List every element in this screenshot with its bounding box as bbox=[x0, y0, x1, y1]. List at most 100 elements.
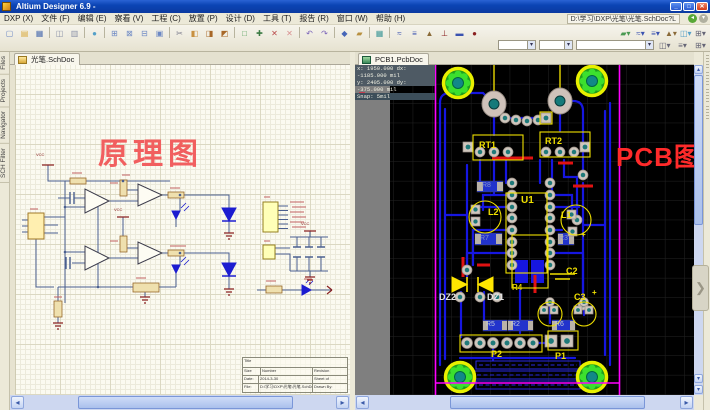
sidebar-tab-navigator[interactable]: Navigator bbox=[0, 107, 10, 145]
sch-scroll-left-icon[interactable]: ◂ bbox=[11, 396, 24, 409]
paste-icon[interactable]: ◨ bbox=[203, 27, 216, 39]
menu-item-1[interactable]: 文件 (F) bbox=[37, 13, 73, 25]
tab-sch-document[interactable]: 光笔.SchDoc bbox=[14, 53, 81, 65]
undo-icon[interactable]: ↶ bbox=[303, 27, 316, 39]
pcb-designator-R5: R5 bbox=[486, 321, 495, 328]
print-icon[interactable]: ◫ bbox=[53, 27, 66, 39]
menu-item-7[interactable]: 工具 (T) bbox=[259, 13, 295, 25]
zoom-document-icon[interactable]: ⊠ bbox=[123, 27, 136, 39]
place-power-port-icon[interactable]: ⊥ bbox=[438, 27, 451, 39]
paste-array-icon[interactable]: ◩ bbox=[218, 27, 231, 39]
right-panel-strip[interactable] bbox=[703, 52, 710, 410]
sch-label-VCC: VCC bbox=[114, 207, 123, 212]
schematic-canvas[interactable]: VCC VCC VCC 原理图 Title Size Number Revision… bbox=[10, 65, 350, 395]
browse-library-icon[interactable]: ▦ bbox=[373, 27, 386, 39]
maximize-button[interactable]: □ bbox=[683, 2, 695, 11]
document-path[interactable]: D:\学习\DXP\光笔\光笔.SchDoc?L bbox=[566, 14, 680, 24]
menu-item-5[interactable]: 放置 (P) bbox=[185, 13, 222, 25]
save-document-icon[interactable]: ▦ bbox=[33, 27, 46, 39]
new-document-icon[interactable]: ▢ bbox=[3, 27, 16, 39]
right-strip-tab4[interactable] bbox=[705, 106, 709, 120]
pcb-scroll-right-icon[interactable]: ▸ bbox=[680, 396, 693, 409]
menu-item-2[interactable]: 编辑 (E) bbox=[74, 13, 111, 25]
tab-pcb-document[interactable]: PCB1.PcbDoc bbox=[358, 53, 429, 65]
grid-tools-icon[interactable]: ⊞▾ bbox=[694, 27, 707, 39]
open-from-web-icon[interactable]: ● bbox=[88, 27, 101, 39]
open-document-icon[interactable]: ▤ bbox=[18, 27, 31, 39]
sch-scroll-thumb[interactable] bbox=[78, 396, 293, 409]
annotate-icon[interactable]: ▰ bbox=[353, 27, 366, 39]
pcb-scroll-left-icon[interactable]: ◂ bbox=[356, 396, 369, 409]
wiring-tools-icon[interactable]: ≈▾ bbox=[634, 27, 647, 39]
select-rectangle-icon[interactable]: □ bbox=[238, 27, 251, 39]
nav-forward-icon[interactable]: ▾ bbox=[699, 14, 708, 23]
cut-icon[interactable]: ✂ bbox=[173, 27, 186, 39]
sidebar-tab-files[interactable]: Files bbox=[0, 52, 10, 75]
pcb-vscroll-thumb[interactable] bbox=[694, 75, 703, 225]
panel-expand-chevron[interactable]: ❯ bbox=[692, 265, 709, 311]
zoom-window-icon[interactable]: ⊞ bbox=[108, 27, 121, 39]
right-strip-tab1[interactable] bbox=[705, 55, 709, 69]
sch-scroll-right-icon[interactable]: ▸ bbox=[336, 396, 349, 409]
sch-hscrollbar[interactable]: ◂ ▸ bbox=[10, 395, 350, 410]
mask-level-icon[interactable]: ≡▾ bbox=[676, 39, 689, 51]
bus-tools-icon[interactable]: ≡▾ bbox=[649, 27, 662, 39]
zoom-selected-icon[interactable]: ▣ bbox=[153, 27, 166, 39]
place-bus-icon[interactable]: ≡ bbox=[408, 27, 421, 39]
right-strip-tab2[interactable] bbox=[705, 72, 709, 86]
toolbar: ▢ ▤ ▦ ◫ ▥ ● ⊞ ⊠ ⊟ ▣ ✂ ◧ ◨ ◩ □ ✚ ✕ ✕ ↶ ↷ ◆ ▰ ▦ ≈ ≡ ▲ ⊥ ▬ ● ▰▾ ≈▾ ≡▾ ▲▾ ◫▾… bbox=[0, 25, 710, 52]
menu-item-10[interactable]: 帮助 (H) bbox=[372, 13, 409, 25]
redo-icon[interactable]: ↷ bbox=[318, 27, 331, 39]
toolbar-combo-2[interactable]: ▾ bbox=[576, 40, 654, 50]
menu-item-8[interactable]: 报告 (R) bbox=[295, 13, 332, 25]
menu-item-6[interactable]: 设计 (D) bbox=[222, 13, 259, 25]
pcb-designator-L1: L1 bbox=[561, 210, 572, 220]
combo-dropdown-icon[interactable]: ▾ bbox=[527, 41, 535, 49]
combo-dropdown-icon[interactable]: ▾ bbox=[564, 41, 572, 49]
deselect-all-icon[interactable]: ✕ bbox=[268, 27, 281, 39]
zoom-area-icon[interactable]: ⊟ bbox=[138, 27, 151, 39]
pcb-scroll-thumb[interactable] bbox=[450, 396, 645, 409]
menu-item-9[interactable]: 窗口 (W) bbox=[333, 13, 372, 25]
pcb-designator-R4: R4 bbox=[512, 283, 523, 292]
combo-dropdown-icon[interactable]: ▾ bbox=[645, 41, 653, 49]
pcb-designator-R6: R6 bbox=[555, 321, 564, 328]
right-strip-tab3[interactable] bbox=[705, 89, 709, 103]
sch-label-VCC: VCC bbox=[301, 221, 310, 226]
snap-grid-icon[interactable]: ⊞▾ bbox=[694, 39, 707, 51]
pcb-scroll-down-icon[interactable]: ▾ bbox=[694, 374, 703, 383]
menu-item-0[interactable]: DXP (X) bbox=[0, 13, 37, 25]
part-tools-icon[interactable]: ▲▾ bbox=[664, 27, 677, 39]
selection-filter-icon[interactable]: ◫▾ bbox=[658, 39, 671, 51]
pcb-hscrollbar[interactable]: ◂ ▸ bbox=[355, 395, 694, 410]
sidebar-tab-projects[interactable]: Projects bbox=[0, 74, 10, 108]
cross-probe-icon[interactable]: ◆ bbox=[338, 27, 351, 39]
pcb-scroll-up-icon[interactable]: ▴ bbox=[694, 65, 703, 74]
toolbar-combo-0[interactable]: ▾ bbox=[498, 40, 536, 50]
altium-designer-window: Altium Designer 6.9 - _ □ ✕ DXP (X) 文件 (F… bbox=[0, 0, 710, 410]
toolbar-combo-1[interactable]: ▾ bbox=[539, 40, 573, 50]
menu-item-3[interactable]: 察看 (V) bbox=[111, 13, 148, 25]
menu-item-4[interactable]: 工程 (C) bbox=[147, 13, 184, 25]
place-junction-icon[interactable]: ● bbox=[468, 27, 481, 39]
place-net-label-icon[interactable]: ▬ bbox=[453, 27, 466, 39]
close-button[interactable]: ✕ bbox=[696, 2, 708, 11]
sheet-tools-icon[interactable]: ◫▾ bbox=[679, 27, 692, 39]
toolbar-separator bbox=[299, 27, 300, 38]
titleblock-number: Number bbox=[261, 368, 313, 375]
place-part-icon[interactable]: ▲ bbox=[423, 27, 436, 39]
clear-filter-icon[interactable]: ✕ bbox=[283, 27, 296, 39]
nav-back-icon[interactable]: ◂ bbox=[688, 14, 697, 23]
print-preview-icon[interactable]: ▥ bbox=[68, 27, 81, 39]
sidebar-tab-sch-filter[interactable]: SCH Filter bbox=[0, 144, 10, 184]
place-wire-icon[interactable]: ≈ bbox=[393, 27, 406, 39]
pcb-canvas[interactable]: x: 1950.000 dx: -1185.000 mil y: 2405.00… bbox=[355, 65, 694, 395]
menu-bar: DXP (X) 文件 (F) 编辑 (E) 察看 (V) 工程 (C) 放置 (P) 设计 … bbox=[0, 13, 710, 25]
copy-icon[interactable]: ◧ bbox=[188, 27, 201, 39]
pcb-scroll-extra-icon[interactable]: ▾ bbox=[694, 385, 703, 394]
pcb-vscrollbar[interactable]: ▴ ▾ ▾ bbox=[694, 65, 703, 395]
move-selection-icon[interactable]: ✚ bbox=[253, 27, 266, 39]
title-bar: Altium Designer 6.9 - _ □ ✕ bbox=[0, 0, 710, 13]
drawing-tools-icon[interactable]: ▰▾ bbox=[619, 27, 632, 39]
minimize-button[interactable]: _ bbox=[670, 2, 682, 11]
